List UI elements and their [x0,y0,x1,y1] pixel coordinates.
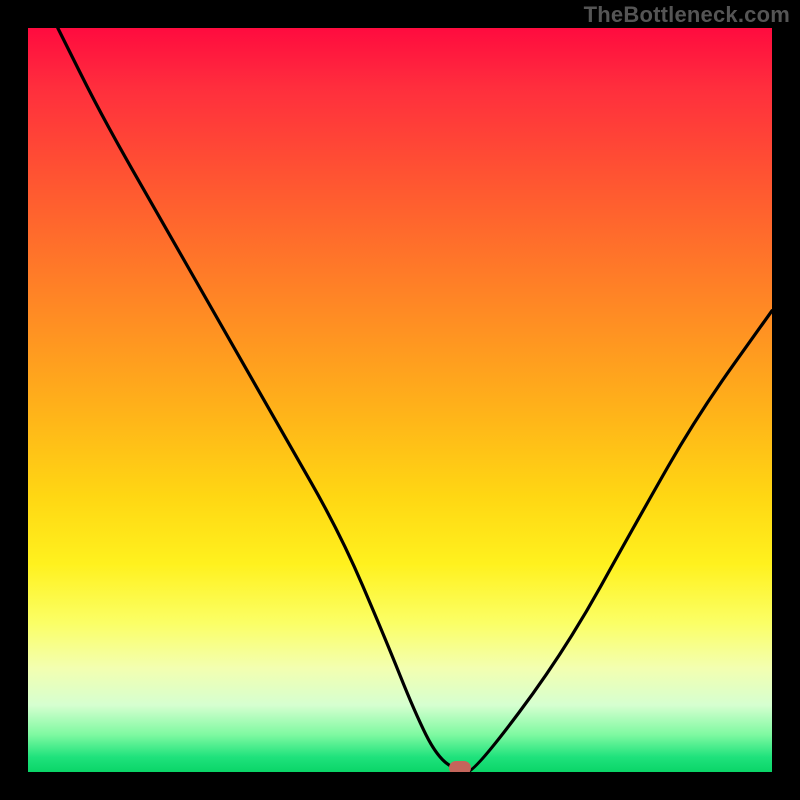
bottleneck-curve-svg [28,28,772,772]
optimum-marker [449,761,471,772]
chart-frame: TheBottleneck.com [0,0,800,800]
watermark-text: TheBottleneck.com [584,2,790,28]
plot-area [28,28,772,772]
bottleneck-curve-path [58,28,772,772]
